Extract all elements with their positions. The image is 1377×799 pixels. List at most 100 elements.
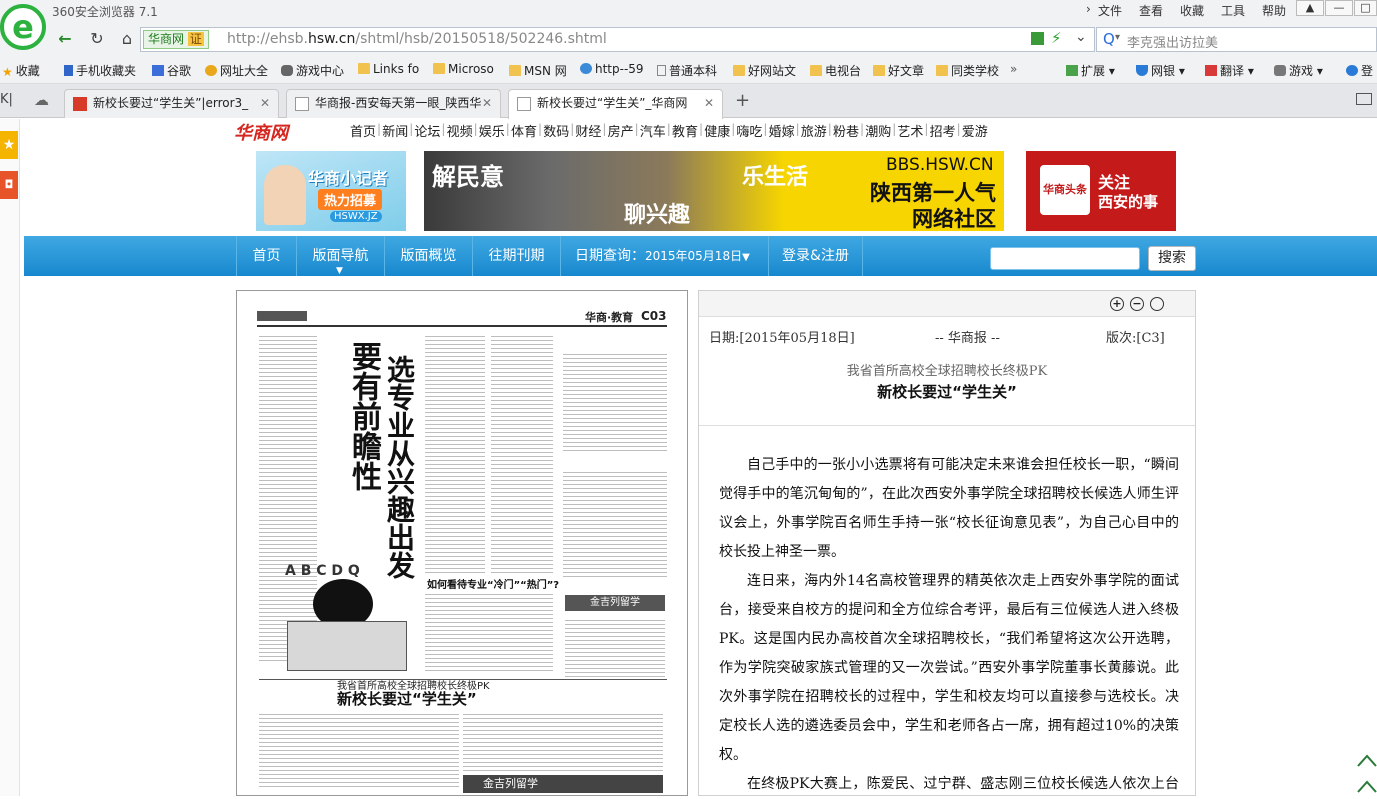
nav-date-query[interactable]: 日期查询：2015年05月18日▼	[561, 236, 769, 276]
back-icon[interactable]: ←	[52, 28, 78, 50]
translate-button[interactable]: 翻译 ▾	[1205, 62, 1254, 79]
bookmark-microsoft[interactable]: Microso	[433, 62, 494, 76]
site-nav-item[interactable]: 新闻	[382, 121, 408, 140]
search-input[interactable]: 李克强出访拉美	[1127, 32, 1218, 51]
site-nav-item[interactable]: 爱游	[962, 121, 988, 140]
bookmark-schools[interactable]: 同类学校	[936, 62, 999, 79]
search-icon[interactable]: Q	[1103, 30, 1115, 48]
minimize-button[interactable]: —	[1325, 0, 1353, 16]
bookmark-google[interactable]: 谷歌	[152, 62, 191, 79]
menu-favorites[interactable]: 收藏	[1180, 2, 1204, 19]
site-nav-item[interactable]: 旅游	[801, 121, 827, 140]
site-nav-item[interactable]: 数码	[543, 121, 569, 140]
site-nav-item[interactable]: 视频	[447, 121, 473, 140]
site-logo[interactable]: 华商网	[234, 119, 288, 145]
paper-search-input[interactable]	[990, 247, 1140, 270]
nav-past-issues[interactable]: 往期刊期	[473, 236, 561, 276]
tab-2[interactable]: 华商报-西安每天第一眼_陕西华 ✕	[286, 89, 501, 118]
extensions-label: 扩展	[1081, 64, 1106, 78]
bookmark-articles[interactable]: 好文章	[873, 62, 924, 79]
banner-headline[interactable]: 华商头条 关注 西安的事	[1026, 151, 1176, 231]
chevron-right-icon[interactable]: ›	[1086, 2, 1091, 16]
date-value[interactable]: 2015年05月18日	[645, 249, 742, 263]
site-nav-item[interactable]: 健康	[704, 121, 730, 140]
site-nav-item[interactable]: 娱乐	[479, 121, 505, 140]
tab-3-active[interactable]: 新校长要过“学生关”_华商网 ✕	[508, 89, 723, 119]
site-nav-item[interactable]: 首页	[350, 121, 376, 140]
bookmark-mobile[interactable]: 手机收藏夹	[64, 62, 136, 79]
star-icon: ★	[2, 65, 13, 79]
nav-home[interactable]: 首页	[236, 236, 297, 276]
address-bar: ← ↻ ⌂ 华商网 证 http://ehsb.hsw.cn/shtml/hsb…	[0, 22, 1377, 56]
site-nav-item[interactable]: 婚嫁	[769, 121, 795, 140]
site-nav-item[interactable]: 潮购	[865, 121, 891, 140]
online-bank-button[interactable]: 网银 ▾	[1136, 62, 1185, 79]
scroll-to-top-icon[interactable]	[1356, 750, 1377, 796]
maximize-button[interactable]: □	[1354, 0, 1377, 16]
site-nav-item[interactable]: 财经	[575, 121, 601, 140]
newspaper-page-image[interactable]: 华商·教育 C03 要有前瞻性 选专业从兴趣出发 A B C D Q 如何看待专…	[236, 290, 688, 796]
refresh-icon[interactable]: ↻	[84, 28, 110, 50]
close-tab-icon[interactable]: ✕	[482, 90, 492, 117]
article-toolbar: + −	[699, 291, 1195, 317]
bookmark-favorites[interactable]: ★ 收藏	[2, 62, 40, 79]
close-tab-icon[interactable]: ✕	[704, 90, 714, 117]
folder-icon	[358, 63, 370, 74]
restore-tabs-icon[interactable]	[1356, 93, 1372, 105]
banner-bbs[interactable]: 解民意 聊兴趣 乐生活 BBS.HSW.CN 陕西第一人气 网络社区	[424, 151, 1004, 231]
search-engine-chevron-icon[interactable]: ▾	[1115, 32, 1120, 43]
cloud-icon[interactable]: ☁	[34, 91, 49, 109]
site-nav-item[interactable]: 艺术	[897, 121, 923, 140]
bookmark-undergrad[interactable]: 普通本科	[657, 62, 717, 79]
zoom-in-icon[interactable]: +	[1110, 297, 1124, 311]
games-button[interactable]: 游戏 ▾	[1274, 62, 1323, 79]
skin-button[interactable]: ▲	[1296, 0, 1324, 16]
zoom-out-icon[interactable]: −	[1130, 297, 1144, 311]
lightning-icon[interactable]: ⚡	[1051, 29, 1062, 47]
site-nav-item[interactable]: 教育	[672, 121, 698, 140]
qr-code-icon[interactable]	[1031, 32, 1044, 45]
bookmark-msn[interactable]: MSN 网	[509, 62, 567, 79]
bookmark-tv[interactable]: 电视台	[810, 62, 861, 79]
url-text[interactable]: http://ehsb.hsw.cn/shtml/hsb/20150518/50…	[227, 31, 607, 47]
site-nav-item[interactable]: 粉巷	[833, 121, 859, 140]
bookmark-url-directory[interactable]: 网址大全	[205, 62, 268, 79]
bookmark-http59[interactable]: http--59	[580, 62, 644, 76]
browser-logo-icon[interactable]: e	[0, 4, 46, 50]
dropdown-chevron-icon[interactable]: ⌄	[1075, 29, 1087, 45]
extensions-button[interactable]: 扩展 ▾	[1066, 62, 1115, 79]
paper-search-button[interactable]: 搜索	[1148, 246, 1196, 271]
site-nav-item[interactable]: 房产	[608, 121, 634, 140]
site-nav-item[interactable]: 招考	[930, 121, 956, 140]
date-dropdown-icon[interactable]: ▼	[742, 252, 750, 263]
tab-list-icon[interactable]: K|	[0, 92, 13, 107]
nav-layout-overview[interactable]: 版面概览	[385, 236, 473, 276]
home-icon[interactable]: ⌂	[114, 28, 140, 50]
menu-view[interactable]: 查看	[1139, 2, 1163, 19]
menu-help[interactable]: 帮助	[1262, 2, 1286, 19]
menu-file[interactable]: 文件	[1098, 2, 1122, 19]
bookmark-label: 好网站文	[748, 64, 797, 78]
bookmark-game-center[interactable]: 游戏中心	[281, 62, 344, 79]
new-tab-icon[interactable]: +	[735, 90, 750, 111]
banner-little-reporter[interactable]: 华商小记者 热力招募 HSWX.JZ	[256, 151, 406, 231]
url-box[interactable]: 华商网 证 http://ehsb.hsw.cn/shtml/hsb/20150…	[140, 27, 1095, 52]
zoom-reset-icon[interactable]	[1150, 297, 1164, 311]
bookmark-good-sites[interactable]: 好网站文	[733, 62, 796, 79]
gamepad-icon	[1274, 65, 1286, 76]
search-box[interactable]: Q ▾ 李克强出访拉美	[1096, 27, 1377, 52]
site-nav-item[interactable]: 汽车	[640, 121, 666, 140]
more-bookmarks-icon[interactable]: »	[1010, 62, 1017, 76]
login-button[interactable]: 登	[1346, 62, 1373, 79]
site-badge[interactable]: 华商网 证	[143, 30, 209, 49]
site-nav-item[interactable]: 论坛	[414, 121, 440, 140]
site-nav-item[interactable]: 体育	[511, 121, 537, 140]
close-tab-icon[interactable]: ✕	[260, 90, 270, 117]
tab-1[interactable]: 新校长要过“学生关”|error3_ ✕	[64, 89, 279, 118]
bookmark-links[interactable]: Links fo	[358, 62, 419, 76]
nav-login-register[interactable]: 登录&注册	[769, 236, 863, 276]
menu-tools[interactable]: 工具	[1221, 2, 1245, 19]
sidebar-app-icon[interactable]: ◘	[0, 171, 18, 199]
favorites-star-icon[interactable]: ★	[0, 131, 18, 159]
site-nav-item[interactable]: 嗨吃	[736, 121, 762, 140]
